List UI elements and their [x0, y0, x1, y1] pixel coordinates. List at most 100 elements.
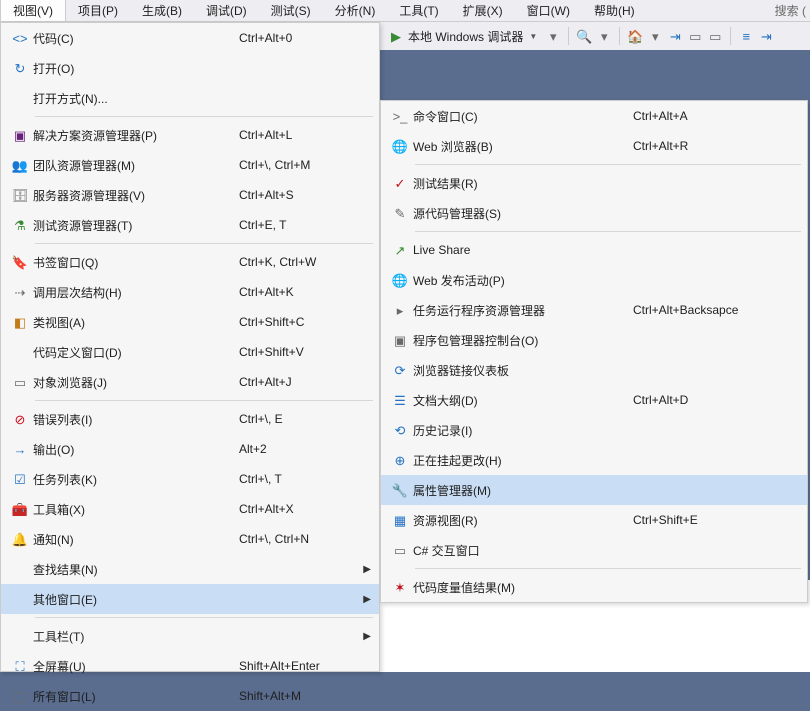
- menu-item[interactable]: 打开方式(N)...: [1, 83, 379, 113]
- web-browser-icon: 🌐: [392, 138, 408, 154]
- home-icon[interactable]: 🏠: [627, 28, 643, 44]
- menu-window[interactable]: 窗口(W): [515, 0, 582, 21]
- pending-changes-icon: ⊕: [392, 452, 408, 468]
- search-box[interactable]: 搜索 (: [771, 0, 810, 21]
- view-menu: <>代码(C)Ctrl+Alt+0↻打开(O)打开方式(N)... ▣解决方案资源…: [0, 22, 380, 672]
- menu-item-shortcut: Ctrl+\, E: [239, 412, 283, 426]
- menu-item[interactable]: 查找结果(N)▶: [1, 554, 379, 584]
- menu-item-label: 工具栏(T): [33, 628, 84, 645]
- csharp-interactive-icon: ▭: [392, 542, 408, 558]
- menu-item[interactable]: <>代码(C)Ctrl+Alt+0: [1, 23, 379, 53]
- toolbar-dropdown-icon[interactable]: ▾: [596, 28, 612, 44]
- nav-icon[interactable]: ⇥: [667, 28, 683, 44]
- menu-test[interactable]: 测试(S): [259, 0, 323, 21]
- menu-item[interactable]: ▣程序包管理器控制台(O): [381, 325, 807, 355]
- source-control-icon: ✎: [387, 205, 413, 221]
- menu-item[interactable]: 其他窗口(E)▶: [1, 584, 379, 614]
- menu-item[interactable]: 🧰工具箱(X)Ctrl+Alt+X: [1, 494, 379, 524]
- menu-item-label: 代码定义窗口(D): [33, 344, 122, 361]
- menu-item-shortcut: Ctrl+\, Ctrl+N: [239, 532, 309, 546]
- menu-item[interactable]: ▣解决方案资源管理器(P)Ctrl+Alt+L: [1, 120, 379, 150]
- toolbar-dropdown-icon[interactable]: ▾: [647, 28, 663, 44]
- menu-analyze[interactable]: 分析(N): [323, 0, 388, 21]
- menu-item[interactable]: 🗄服务器资源管理器(V)Ctrl+Alt+S: [1, 180, 379, 210]
- menu-item[interactable]: ✎源代码管理器(S): [381, 198, 807, 228]
- window-icon[interactable]: ▭: [687, 28, 703, 44]
- menu-item[interactable]: >_命令窗口(C)Ctrl+Alt+A: [381, 101, 807, 131]
- menu-separator: [415, 164, 801, 165]
- menu-item[interactable]: 代码定义窗口(D)Ctrl+Shift+V: [1, 337, 379, 367]
- menu-item[interactable]: ✶代码度量值结果(M): [381, 572, 807, 602]
- menu-item[interactable]: ⛶全屏幕(U)Shift+Alt+Enter: [1, 651, 379, 681]
- menu-item[interactable]: ⚗测试资源管理器(T)Ctrl+E, T: [1, 210, 379, 240]
- chevron-down-icon: ▼: [529, 32, 537, 41]
- indent-icon[interactable]: ⇥: [758, 28, 774, 44]
- menu-item[interactable]: 🌐Web 浏览器(B)Ctrl+Alt+R: [381, 131, 807, 161]
- menubar: 视图(V) 项目(P) 生成(B) 调试(D) 测试(S) 分析(N) 工具(T…: [0, 0, 810, 22]
- test-results-icon: ✓: [387, 175, 413, 191]
- code-metrics-icon: ✶: [392, 579, 408, 595]
- menu-item[interactable]: ☑任务列表(K)Ctrl+\, T: [1, 464, 379, 494]
- document-outline-icon: ☰: [387, 392, 413, 408]
- menu-build[interactable]: 生成(B): [130, 0, 194, 21]
- menu-item[interactable]: ⟲历史记录(I): [381, 415, 807, 445]
- menu-item[interactable]: ▸任务运行程序资源管理器Ctrl+Alt+Backsapce: [381, 295, 807, 325]
- menu-separator: [415, 231, 801, 232]
- menu-item[interactable]: ◧类视图(A)Ctrl+Shift+C: [1, 307, 379, 337]
- menu-item-label: 代码(C): [33, 30, 74, 47]
- menu-item-label: 书签窗口(Q): [33, 254, 98, 271]
- menu-debug[interactable]: 调试(D): [194, 0, 259, 21]
- menu-item[interactable]: 🔔通知(N)Ctrl+\, Ctrl+N: [1, 524, 379, 554]
- menu-item[interactable]: ⇢调用层次结构(H)Ctrl+Alt+K: [1, 277, 379, 307]
- all-windows-icon: ▢: [12, 688, 28, 704]
- menu-help[interactable]: 帮助(H): [582, 0, 647, 21]
- menu-extensions[interactable]: 扩展(X): [451, 0, 515, 21]
- menu-item[interactable]: ✓测试结果(R): [381, 168, 807, 198]
- menu-item[interactable]: ▭C# 交互窗口: [381, 535, 807, 565]
- window-icon[interactable]: ▭: [707, 28, 723, 44]
- toolbar-dropdown-icon[interactable]: ▾: [545, 28, 561, 44]
- menu-item[interactable]: →输出(O)Alt+2: [1, 434, 379, 464]
- menu-item[interactable]: ☰文档大纲(D)Ctrl+Alt+D: [381, 385, 807, 415]
- menu-item-shortcut: Ctrl+\, Ctrl+M: [239, 158, 310, 172]
- menu-item[interactable]: 👥团队资源管理器(M)Ctrl+\, Ctrl+M: [1, 150, 379, 180]
- menu-item[interactable]: ⊘ 错误列表(I) Ctrl+\, E: [1, 404, 379, 434]
- menu-item[interactable]: 🔖书签窗口(Q)Ctrl+K, Ctrl+W: [1, 247, 379, 277]
- menu-item[interactable]: ⊕正在挂起更改(H): [381, 445, 807, 475]
- menu-view[interactable]: 视图(V): [0, 0, 66, 21]
- menu-item[interactable]: ↗Live Share: [381, 235, 807, 265]
- menu-tools[interactable]: 工具(T): [387, 0, 450, 21]
- menu-item[interactable]: ↻打开(O): [1, 53, 379, 83]
- menu-build-label: 生成(B): [142, 2, 182, 19]
- menu-item-shortcut: Ctrl+Alt+S: [239, 188, 294, 202]
- menu-item-label: 团队资源管理器(M): [33, 157, 135, 174]
- task-runner-icon: ▸: [387, 302, 413, 318]
- package-manager-icon: ▣: [392, 332, 408, 348]
- source-control-icon: ✎: [392, 205, 408, 221]
- notifications-icon: 🔔: [7, 531, 33, 547]
- menu-item-shortcut: Ctrl+Alt+D: [633, 393, 688, 407]
- menu-item[interactable]: ▦资源视图(R)Ctrl+Shift+E: [381, 505, 807, 535]
- menu-item-label: 错误列表(I): [33, 411, 92, 428]
- property-manager-icon: 🔧: [387, 482, 413, 498]
- resource-view-icon: ▦: [392, 512, 408, 528]
- menu-item[interactable]: 🔧属性管理器(M): [381, 475, 807, 505]
- menu-project[interactable]: 项目(P): [66, 0, 130, 21]
- menu-test-label: 测试(S): [271, 2, 311, 19]
- error-list-icon: ⊘: [12, 411, 28, 427]
- workspace-background: [380, 50, 810, 100]
- menu-item[interactable]: ⟳浏览器链接仪表板: [381, 355, 807, 385]
- call-hierarchy-icon: ⇢: [12, 284, 28, 300]
- find-in-files-icon[interactable]: 🔍: [576, 28, 592, 44]
- start-debug-button[interactable]: ▶ 本地 Windows 调试器 ▼: [384, 26, 541, 47]
- live-share-icon: ↗: [392, 242, 408, 258]
- output-icon: →: [7, 441, 33, 457]
- toolbar-separator: [619, 27, 620, 45]
- menu-item[interactable]: ▭对象浏览器(J)Ctrl+Alt+J: [1, 367, 379, 397]
- menu-item[interactable]: 工具栏(T)▶: [1, 621, 379, 651]
- menu-item-label: 工具箱(X): [33, 501, 85, 518]
- menu-item[interactable]: 🌐Web 发布活动(P): [381, 265, 807, 295]
- list-icon[interactable]: ≡: [738, 28, 754, 44]
- menu-item[interactable]: ▢所有窗口(L)Shift+Alt+M: [1, 681, 379, 711]
- menu-item-shortcut: Ctrl+Alt+R: [633, 139, 688, 153]
